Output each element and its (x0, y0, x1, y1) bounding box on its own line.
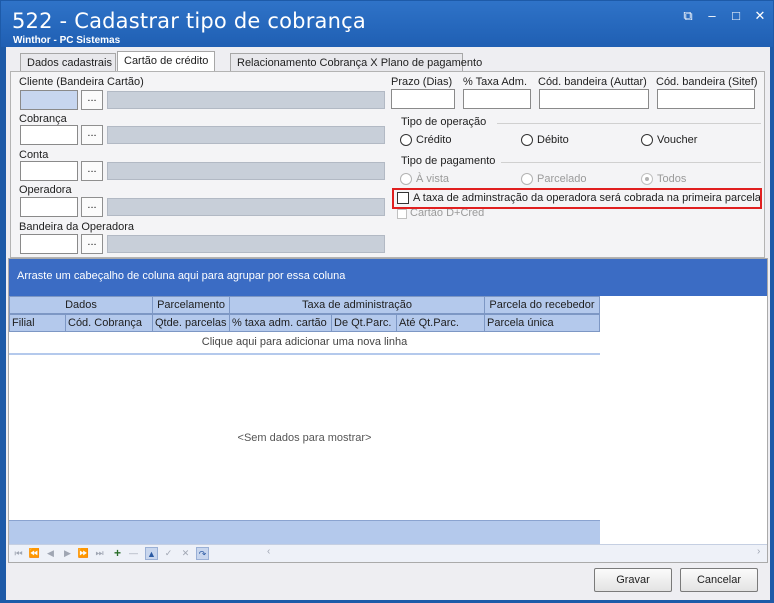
column-parcela-unica[interactable]: Parcela única (484, 314, 600, 332)
a-vista-label: À vista (416, 173, 450, 185)
band-parcela-recebedor[interactable]: Parcela do recebedor (484, 296, 600, 314)
bandeira-operadora-input[interactable] (20, 234, 78, 254)
main-window: 522 - Cadastrar tipo de cobrança Winthor… (0, 0, 774, 603)
new-row[interactable]: Clique aqui para adicionar uma nova linh… (9, 333, 600, 355)
maximize-icon[interactable]: □ (727, 8, 745, 24)
column-taxa-adm-cartao[interactable]: % taxa adm. cartão (229, 314, 332, 332)
cancel-record-icon[interactable]: ✕ (179, 547, 192, 560)
band-taxa-administracao[interactable]: Taxa de administração (229, 296, 485, 314)
prazo-input[interactable] (391, 89, 455, 109)
cod-auttar-input[interactable] (539, 89, 649, 109)
conta-description (107, 162, 385, 180)
voucher-radio[interactable] (641, 134, 653, 146)
cliente-lookup-button[interactable]: ... (81, 90, 103, 110)
parcelado-label: Parcelado (537, 173, 587, 185)
tipo-operacao-divider (497, 123, 761, 124)
tipo-pagamento-title: Tipo de pagamento (401, 155, 496, 167)
cartao-dcred-checkbox[interactable] (397, 209, 407, 219)
post-record-icon[interactable]: ✓ (162, 547, 175, 560)
bandeira-operadora-description (107, 235, 385, 253)
data-grid: Arraste um cabeçalho de coluna aqui para… (8, 258, 768, 563)
next-page-icon[interactable]: ⏩ (77, 547, 90, 560)
prev-record-icon[interactable]: ◀ (44, 547, 57, 560)
conta-input[interactable] (20, 161, 78, 181)
window-subtitle: Winthor - PC Sistemas (13, 35, 121, 46)
column-filial[interactable]: Filial (9, 314, 66, 332)
tab-relacionamento[interactable]: Relacionamento Cobrança X Plano de pagam… (230, 53, 482, 71)
band-dados[interactable]: Dados (9, 296, 153, 314)
debito-label: Débito (537, 134, 569, 146)
delete-record-icon[interactable]: — (127, 547, 140, 560)
cobranca-label: Cobrança (19, 113, 67, 125)
todos-label: Todos (657, 173, 687, 185)
column-cod-cobranca[interactable]: Cód. Cobrança (65, 314, 153, 332)
operadora-input[interactable] (20, 197, 78, 217)
last-record-icon[interactable]: ⏭ (93, 547, 106, 560)
cartao-credito-panel: Cliente (Bandeira Cartão) ... Cobrança .… (10, 71, 765, 258)
add-record-icon[interactable]: + (111, 547, 124, 560)
conta-lookup-button[interactable]: ... (81, 161, 103, 181)
highlight-box (392, 188, 762, 209)
cod-sitef-input[interactable] (657, 89, 755, 109)
debito-radio[interactable] (521, 134, 533, 146)
a-vista-radio[interactable] (400, 173, 412, 185)
minimize-icon[interactable]: – (703, 8, 721, 24)
conta-label: Conta (19, 149, 49, 161)
cancel-button[interactable]: Cancelar (680, 568, 758, 592)
prazo-label: Prazo (Dias) (391, 76, 453, 88)
cobranca-description (107, 126, 385, 144)
close-icon[interactable]: ✕ (751, 8, 769, 24)
column-ate-qt-parc[interactable]: Até Qt.Parc. (396, 314, 485, 332)
cod-auttar-label: Cód. bandeira (Auttar) (538, 76, 647, 88)
prev-page-icon[interactable]: ⏪ (28, 547, 41, 560)
edit-record-icon[interactable]: ▲ (145, 547, 158, 560)
todos-radio[interactable] (641, 173, 653, 185)
taxa-input[interactable] (463, 89, 531, 109)
empty-message: <Sem dados para mostrar> (237, 432, 372, 444)
grid-footer (9, 520, 600, 544)
cobranca-lookup-button[interactable]: ... (81, 125, 103, 145)
tab-cartao-credito[interactable]: Cartão de crédito (117, 51, 215, 72)
window-body: Dados cadastrais Relacionamento Cobrança… (6, 47, 770, 600)
next-record-icon[interactable]: ▶ (61, 547, 74, 560)
operadora-label: Operadora (19, 184, 72, 196)
first-record-icon[interactable]: ⏮ (12, 547, 25, 560)
cobranca-input[interactable] (20, 125, 78, 145)
credito-label: Crédito (416, 134, 452, 146)
group-by-panel[interactable]: Arraste um cabeçalho de coluna aqui para… (9, 259, 767, 296)
save-button[interactable]: Gravar (594, 568, 672, 592)
cliente-description (107, 91, 385, 109)
restore-icon[interactable]: ⧉ (679, 8, 697, 24)
taxa-label: % Taxa Adm. (463, 76, 527, 88)
operadora-description (107, 198, 385, 216)
cod-sitef-label: Cód. bandeira (Sitef) (656, 76, 758, 88)
scroll-right-icon[interactable]: › (757, 546, 760, 557)
scroll-left-icon[interactable]: ‹ (267, 546, 270, 557)
tab-dados-cadastrais[interactable]: Dados cadastrais (20, 53, 116, 71)
column-de-qt-parc[interactable]: De Qt.Parc. (331, 314, 397, 332)
column-qtde-parcelas[interactable]: Qtde. parcelas (152, 314, 230, 332)
credito-radio[interactable] (400, 134, 412, 146)
band-parcelamento[interactable]: Parcelamento (152, 296, 230, 314)
parcelado-radio[interactable] (521, 173, 533, 185)
refresh-icon[interactable]: ↷ (196, 547, 209, 560)
window-title: 522 - Cadastrar tipo de cobrança (12, 9, 366, 33)
cliente-label: Cliente (Bandeira Cartão) (19, 76, 144, 88)
bandeira-operadora-label: Bandeira da Operadora (19, 221, 134, 233)
bandeira-operadora-lookup-button[interactable]: ... (81, 234, 103, 254)
grid-navigator: ⏮ ⏪ ◀ ▶ ⏩ ⏭ + — ▲ ✓ ✕ ↷ ‹ › (9, 544, 767, 562)
cliente-input[interactable] (20, 90, 78, 110)
title-bar: 522 - Cadastrar tipo de cobrança Winthor… (1, 1, 773, 47)
tipo-operacao-title: Tipo de operação (401, 116, 487, 128)
voucher-label: Voucher (657, 134, 698, 146)
operadora-lookup-button[interactable]: ... (81, 197, 103, 217)
tipo-pagamento-divider (501, 162, 761, 163)
